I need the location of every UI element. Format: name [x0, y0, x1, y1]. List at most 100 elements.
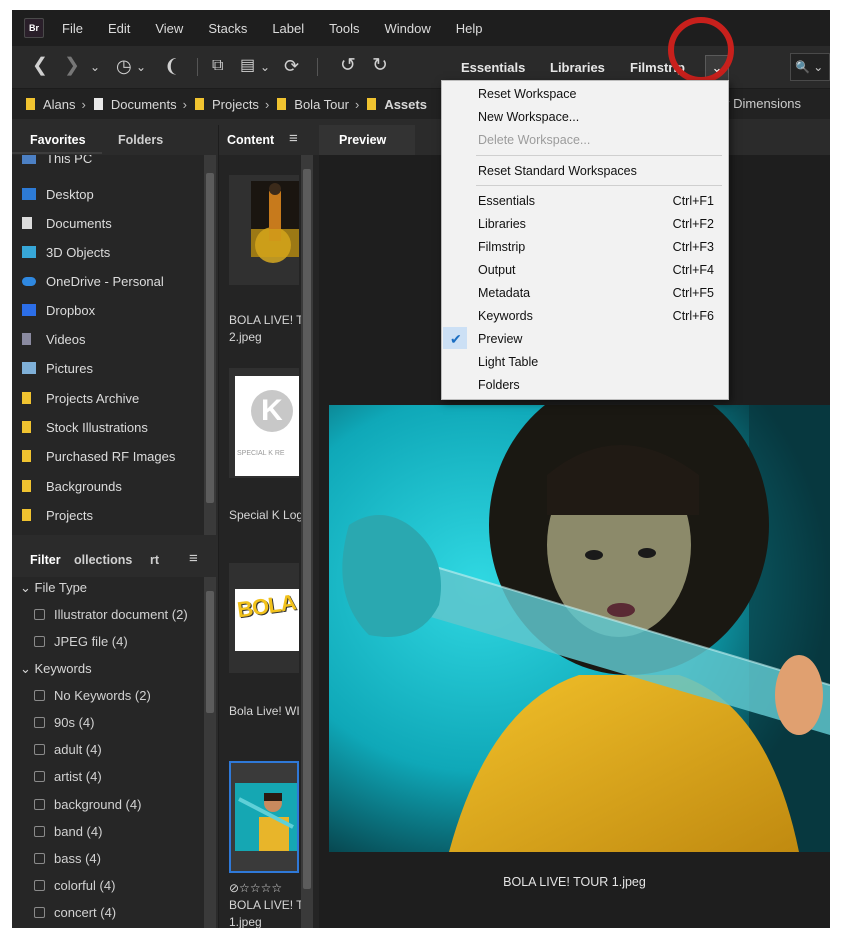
- panel-menu-icon[interactable]: ≡: [189, 550, 198, 567]
- content-scrollbar[interactable]: [301, 155, 313, 928]
- sidebar-item-3d-objects[interactable]: 3D Objects: [22, 241, 110, 263]
- chevron-down-icon[interactable]: ⌄: [90, 55, 100, 79]
- tab-filter[interactable]: Filter: [30, 553, 61, 567]
- sort-by-label[interactable]: y Dimensions: [723, 96, 801, 111]
- filter-item-jpeg[interactable]: JPEG file (4): [34, 634, 128, 649]
- sidebar-item-videos[interactable]: Videos: [22, 328, 86, 350]
- menu-item-filmstrip[interactable]: Filmstrip Ctrl+F3: [478, 237, 714, 257]
- filter-item-keyword[interactable]: band (4): [34, 824, 102, 839]
- menu-item-metadata[interactable]: Metadata Ctrl+F5: [478, 283, 714, 303]
- menu-item-light-table[interactable]: Light Table: [478, 352, 714, 372]
- workspace-dropdown-button[interactable]: ⌄: [705, 55, 729, 81]
- menu-stacks[interactable]: Stacks: [208, 21, 247, 36]
- menu-view[interactable]: View: [155, 21, 183, 36]
- search-field[interactable]: 🔍 ⌄: [790, 53, 830, 81]
- tab-content[interactable]: Content: [227, 133, 274, 147]
- filter-item-keyword[interactable]: bass (4): [34, 851, 101, 866]
- thumbnail-cell[interactable]: [229, 175, 299, 285]
- workspace-filmstrip[interactable]: Filmstrip: [630, 60, 685, 75]
- menu-window[interactable]: Window: [385, 21, 431, 36]
- tab-folders[interactable]: Folders: [118, 133, 163, 147]
- checkbox[interactable]: [34, 609, 45, 620]
- menu-file[interactable]: File: [62, 21, 83, 36]
- sidebar-item-purchased-rf-images[interactable]: Purchased RF Images: [22, 445, 175, 467]
- menu-item-output[interactable]: Output Ctrl+F4: [478, 260, 714, 280]
- recent-history-icon[interactable]: ◷: [116, 54, 132, 78]
- checkbox[interactable]: [34, 853, 45, 864]
- chevron-right-icon[interactable]: ›: [265, 97, 269, 112]
- checkbox[interactable]: [34, 771, 45, 782]
- thumbnail-cell-selected[interactable]: [229, 761, 299, 873]
- breadcrumb-documents[interactable]: Documents: [111, 97, 177, 112]
- checkbox[interactable]: [34, 880, 45, 891]
- menu-label[interactable]: Label: [272, 21, 304, 36]
- menu-edit[interactable]: Edit: [108, 21, 130, 36]
- camera-import-icon[interactable]: ⧉: [212, 54, 223, 78]
- filter-item-keyword[interactable]: background (4): [34, 797, 141, 812]
- checkbox[interactable]: [34, 744, 45, 755]
- tab-export[interactable]: rt: [150, 553, 159, 567]
- tab-favorites[interactable]: Favorites: [30, 133, 86, 147]
- menu-item-essentials[interactable]: Essentials Ctrl+F1: [478, 191, 714, 211]
- favorites-scrollbar[interactable]: [204, 155, 216, 535]
- checkbox[interactable]: [34, 690, 45, 701]
- sidebar-item-projects[interactable]: Projects: [22, 504, 93, 526]
- rotate-left-icon[interactable]: ↺: [340, 54, 356, 78]
- sidebar-item-pictures[interactable]: Pictures: [22, 357, 93, 379]
- menu-item-keywords[interactable]: Keywords Ctrl+F6: [478, 306, 714, 326]
- sidebar-item-projects-archive[interactable]: Projects Archive: [22, 387, 139, 409]
- menu-item-reset-workspace[interactable]: Reset Workspace: [478, 84, 714, 104]
- preview-image[interactable]: [329, 405, 830, 852]
- filter-item-keyword[interactable]: No Keywords (2): [34, 688, 151, 703]
- chevron-right-icon[interactable]: ›: [82, 97, 86, 112]
- filter-item-keyword[interactable]: concert (4): [34, 905, 116, 920]
- checkbox[interactable]: [34, 907, 45, 918]
- tab-collections[interactable]: ollections: [74, 553, 132, 567]
- sidebar-item-desktop[interactable]: Desktop: [22, 183, 94, 205]
- breadcrumb-alans[interactable]: Alans: [43, 97, 76, 112]
- menu-tools[interactable]: Tools: [329, 21, 359, 36]
- chevron-right-icon[interactable]: ›: [183, 97, 187, 112]
- breadcrumb-assets[interactable]: Assets: [384, 97, 427, 112]
- checkbox[interactable]: [34, 826, 45, 837]
- filter-keywords-header[interactable]: ⌄ Keywords: [20, 661, 92, 677]
- filter-item-keyword[interactable]: 90s (4): [34, 715, 94, 730]
- checkbox[interactable]: [34, 717, 45, 728]
- refine-icon[interactable]: ▤: [240, 54, 255, 78]
- menu-item-reset-standard-workspaces[interactable]: Reset Standard Workspaces: [478, 161, 714, 181]
- checkbox[interactable]: [34, 636, 45, 647]
- chevron-down-icon[interactable]: ⌄: [260, 55, 270, 79]
- filter-file-type-header[interactable]: ⌄ File Type: [20, 580, 87, 596]
- scrollbar-thumb[interactable]: [303, 169, 311, 889]
- menu-item-folders[interactable]: Folders: [478, 375, 714, 395]
- sidebar-item-onedrive[interactable]: OneDrive - Personal: [22, 270, 164, 292]
- chevron-down-icon[interactable]: ⌄: [136, 55, 146, 79]
- filter-item-keyword[interactable]: colorful (4): [34, 878, 115, 893]
- sidebar-item-stock-illustrations[interactable]: Stock Illustrations: [22, 416, 148, 438]
- panel-menu-icon[interactable]: ≡: [289, 130, 298, 147]
- sidebar-item-documents[interactable]: Documents: [22, 212, 112, 234]
- filter-item-keyword[interactable]: adult (4): [34, 742, 102, 757]
- scrollbar-thumb[interactable]: [206, 173, 214, 503]
- thumbnail-cell[interactable]: K SPECIAL K RE: [229, 368, 299, 478]
- thumbnail-cell[interactable]: BOLA LIV: [229, 563, 299, 673]
- filter-item-illustrator[interactable]: Illustrator document (2): [34, 607, 188, 622]
- menu-item-new-workspace[interactable]: New Workspace...: [478, 107, 714, 127]
- sync-icon[interactable]: ⟳: [284, 54, 299, 78]
- checkbox[interactable]: [34, 799, 45, 810]
- menu-item-libraries[interactable]: Libraries Ctrl+F2: [478, 214, 714, 234]
- sidebar-item-dropbox[interactable]: Dropbox: [22, 299, 95, 321]
- forward-icon[interactable]: ❯: [64, 54, 80, 78]
- workspace-libraries[interactable]: Libraries: [550, 60, 605, 75]
- breadcrumb-bola-tour[interactable]: Bola Tour: [294, 97, 349, 112]
- menu-item-preview[interactable]: Preview: [478, 329, 714, 349]
- workspace-essentials[interactable]: Essentials: [461, 60, 525, 75]
- scrollbar-thumb[interactable]: [206, 591, 214, 713]
- chevron-right-icon[interactable]: ›: [355, 97, 359, 112]
- filter-scrollbar[interactable]: [204, 577, 216, 928]
- rating-stars[interactable]: ⊘☆☆☆☆: [229, 880, 309, 897]
- breadcrumb-projects[interactable]: Projects: [212, 97, 259, 112]
- menu-help[interactable]: Help: [456, 21, 483, 36]
- return-boomerang-icon[interactable]: ❨: [164, 54, 179, 78]
- sidebar-item-backgrounds[interactable]: Backgrounds: [22, 475, 122, 497]
